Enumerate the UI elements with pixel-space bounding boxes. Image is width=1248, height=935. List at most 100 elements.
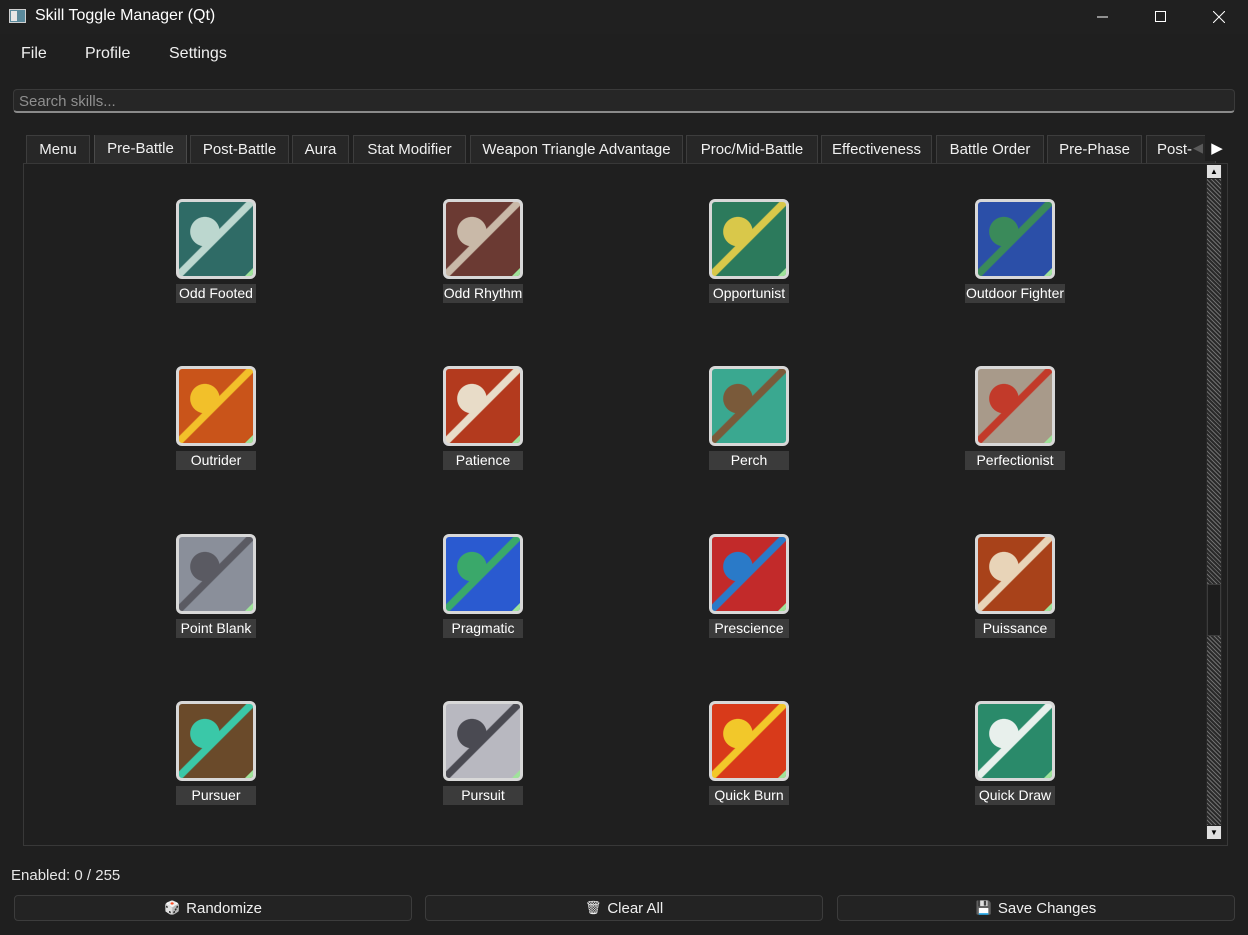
point-blank-icon[interactable] xyxy=(176,534,256,614)
tab-label: Effectiveness xyxy=(832,141,921,158)
skill-label: Puissance xyxy=(975,619,1055,638)
skill-label: Quick Draw xyxy=(975,786,1055,805)
skill-label: Pursuit xyxy=(443,786,523,805)
menu-profile[interactable]: Profile xyxy=(85,45,130,63)
menu-bar: File Profile Settings xyxy=(0,34,1248,74)
tab-label: Stat Modifier xyxy=(367,141,452,158)
skill-item[interactable]: Patience xyxy=(423,366,543,476)
tab-aura[interactable]: Aura xyxy=(292,135,349,163)
scrollbar-thumb[interactable] xyxy=(1207,584,1221,636)
tab-label: Post- xyxy=(1157,141,1193,158)
clear-all-button[interactable]: 🗑 Clear All xyxy=(425,895,823,921)
skill-item[interactable]: Odd Footed xyxy=(156,199,276,309)
puissance-icon[interactable] xyxy=(975,534,1055,614)
checkmark-corner-icon xyxy=(242,767,253,778)
scroll-down-arrow-icon[interactable]: ▼ xyxy=(1207,826,1221,839)
tab-pre-phase[interactable]: Pre-Phase xyxy=(1047,135,1142,163)
skill-label: Pragmatic xyxy=(443,619,523,638)
tab-weapon-triangle-advantage[interactable]: Weapon Triangle Advantage xyxy=(470,135,683,163)
vertical-scrollbar[interactable]: ▲ ▼ xyxy=(1206,165,1222,839)
minimize-button[interactable] xyxy=(1074,0,1132,34)
checkmark-corner-icon xyxy=(1041,767,1052,778)
perch-icon[interactable] xyxy=(709,366,789,446)
quick-burn-icon[interactable] xyxy=(709,701,789,781)
tab-proc-mid-battle[interactable]: Proc/Mid-Battle xyxy=(686,135,818,163)
tab-menu[interactable]: Menu xyxy=(26,135,90,163)
opportunist-icon[interactable] xyxy=(709,199,789,279)
tab-stat-modifier[interactable]: Stat Modifier xyxy=(353,135,466,163)
checkmark-corner-icon xyxy=(242,600,253,611)
pursuit-icon[interactable] xyxy=(443,701,523,781)
skill-item[interactable]: Outdoor Fighter xyxy=(955,199,1075,309)
skill-item[interactable]: Opportunist xyxy=(689,199,809,309)
tab-label: Pre-Battle xyxy=(107,140,174,157)
tab-label: Aura xyxy=(304,141,337,158)
save-changes-button[interactable]: 💾 Save Changes xyxy=(837,895,1235,921)
tab-label: Post-Battle xyxy=(202,141,277,158)
skill-label: Perfectionist xyxy=(965,451,1065,470)
checkmark-corner-icon xyxy=(1041,432,1052,443)
checkmark-corner-icon xyxy=(242,432,253,443)
checkmark-corner-icon xyxy=(509,600,520,611)
tab-scroll-right-button[interactable]: ▶ xyxy=(1205,135,1229,161)
skill-label: Quick Burn xyxy=(709,786,789,805)
outrider-icon[interactable] xyxy=(176,366,256,446)
save-changes-label: Save Changes xyxy=(997,899,1097,917)
clear-all-label: Clear All xyxy=(607,899,664,917)
maximize-icon xyxy=(1155,11,1166,22)
patience-icon[interactable] xyxy=(443,366,523,446)
chevron-right-icon: ▶ xyxy=(1211,140,1223,157)
skill-label: Outrider xyxy=(176,451,256,470)
tab-battle-order[interactable]: Battle Order xyxy=(936,135,1044,163)
skill-item[interactable]: Outrider xyxy=(156,366,276,476)
menu-file[interactable]: File xyxy=(21,45,47,63)
pursuer-icon[interactable] xyxy=(176,701,256,781)
skill-label: Perch xyxy=(709,451,789,470)
tab-scroll-left-button[interactable]: ◀ xyxy=(1191,135,1205,161)
tab-label: Proc/Mid-Battle xyxy=(700,141,804,158)
skill-label: Opportunist xyxy=(709,284,789,303)
randomize-label: Randomize xyxy=(186,899,263,917)
skill-item[interactable]: Perfectionist xyxy=(955,366,1075,476)
skill-item[interactable]: Pursuer xyxy=(156,701,276,811)
scroll-up-arrow-icon[interactable]: ▲ xyxy=(1207,165,1221,178)
tab-label: Battle Order xyxy=(949,141,1031,158)
odd-rhythm-icon[interactable] xyxy=(443,199,523,279)
skill-item[interactable]: Pragmatic xyxy=(423,534,543,644)
tab-pre-battle[interactable]: Pre-Battle xyxy=(94,135,187,163)
skill-item[interactable]: Odd Rhythm xyxy=(423,199,543,309)
odd-footed-icon[interactable] xyxy=(176,199,256,279)
randomize-button[interactable]: 🎲 Randomize xyxy=(14,895,412,921)
skill-label: Odd Rhythm xyxy=(443,284,523,303)
tab-label: Weapon Triangle Advantage xyxy=(482,141,671,158)
skill-item[interactable]: Prescience xyxy=(689,534,809,644)
skill-item[interactable]: Pursuit xyxy=(423,701,543,811)
title-bar: Skill Toggle Manager (Qt) xyxy=(0,0,1248,34)
menu-settings[interactable]: Settings xyxy=(169,45,227,63)
scrollbar-track[interactable] xyxy=(1207,179,1221,825)
skill-label: Prescience xyxy=(709,619,789,638)
tab-effectiveness[interactable]: Effectiveness xyxy=(821,135,932,163)
skill-item[interactable]: Quick Draw xyxy=(955,701,1075,811)
search-input[interactable]: Search skills... xyxy=(13,89,1235,113)
skill-item[interactable]: Perch xyxy=(689,366,809,476)
close-button[interactable] xyxy=(1190,0,1248,34)
checkmark-corner-icon xyxy=(242,265,253,276)
search-placeholder: Search skills... xyxy=(19,93,116,110)
skill-label: Odd Footed xyxy=(176,284,256,303)
checkmark-corner-icon xyxy=(775,600,786,611)
checkmark-corner-icon xyxy=(509,767,520,778)
tab-post-battle[interactable]: Post-Battle xyxy=(190,135,289,163)
skill-item[interactable]: Puissance xyxy=(955,534,1075,644)
perfectionist-icon[interactable] xyxy=(975,366,1055,446)
outdoor-fighter-icon[interactable] xyxy=(975,199,1055,279)
pragmatic-icon[interactable] xyxy=(443,534,523,614)
dice-icon: 🎲 xyxy=(163,900,181,915)
skill-label: Patience xyxy=(443,451,523,470)
quick-draw-icon[interactable] xyxy=(975,701,1055,781)
skill-item[interactable]: Point Blank xyxy=(156,534,276,644)
skill-item[interactable]: Quick Burn xyxy=(689,701,809,811)
maximize-button[interactable] xyxy=(1132,0,1190,34)
checkmark-corner-icon xyxy=(775,767,786,778)
prescience-icon[interactable] xyxy=(709,534,789,614)
